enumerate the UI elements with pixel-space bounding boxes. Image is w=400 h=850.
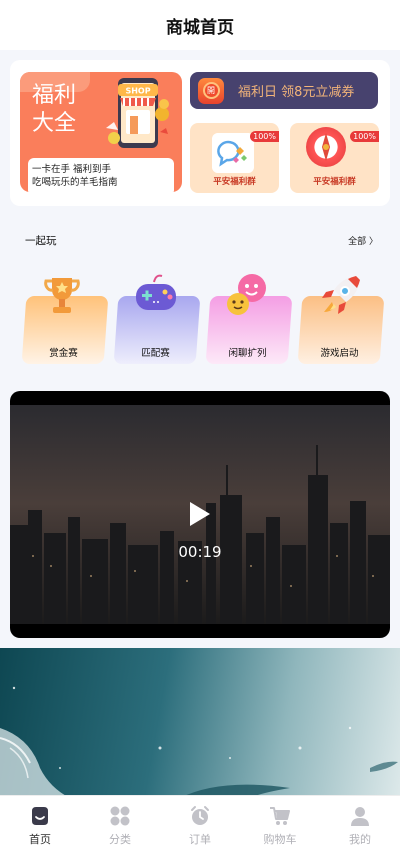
chat-bubble-icon: [212, 133, 254, 173]
view-all-link[interactable]: 全部 〉: [348, 234, 378, 247]
coupon-text: 福利日 领8元立减券: [238, 85, 355, 100]
category-icon: [110, 806, 130, 826]
game-label: 闲聊扩列: [228, 348, 267, 359]
cart-icon: [270, 807, 290, 825]
compass-needle-icon: [322, 133, 330, 161]
tab-profile[interactable]: 我的: [320, 796, 400, 850]
coupon-banner[interactable]: 開 福利日 领8元立减券: [190, 72, 378, 109]
game-label: 匹配赛: [141, 348, 170, 359]
play-icon[interactable]: [190, 502, 210, 526]
user-icon: [351, 807, 369, 826]
tab-label: 购物车: [263, 833, 297, 846]
bottom-tab-bar: 首页 分类 订单 购物车 我的: [0, 795, 400, 850]
game-label: 游戏启动: [320, 348, 359, 359]
tab-cart[interactable]: 购物车: [240, 796, 320, 850]
promo-card: 福利 大全 SHOP 一卡在手 福利到手 吃喝玩乐的羊毛指南 開 福利日 领8元: [10, 60, 390, 206]
game-label: 赏金赛: [49, 348, 78, 359]
video-frame: 00:19: [10, 405, 390, 624]
welfare-desc-line2: 吃喝玩乐的羊毛指南: [32, 177, 118, 188]
order-clock-icon: [191, 806, 209, 825]
home-icon: [32, 807, 48, 825]
coupon-seal-icon: 開: [198, 77, 224, 104]
group-label: 平安福利群: [213, 177, 256, 187]
section-header: 一起玩 全部 〉: [0, 230, 400, 250]
welfare-title-line2: 大全: [32, 111, 77, 136]
group-badge: 100%: [350, 131, 379, 142]
group-label: 平安福利群: [313, 177, 356, 187]
nav-bar: 商城首页: [0, 0, 400, 50]
water-splash-art: [0, 686, 398, 798]
gamepad-icon: [136, 274, 176, 310]
trophy-icon: [44, 278, 80, 313]
tab-category[interactable]: 分类: [80, 796, 160, 850]
welfare-desc-line1: 一卡在手 福利到手: [32, 164, 112, 175]
welfare-description: 一卡在手 福利到手 吃喝玩乐的羊毛指南: [28, 158, 174, 192]
tab-label: 首页: [29, 833, 51, 846]
tab-home[interactable]: 首页: [0, 796, 80, 850]
tab-label: 我的: [349, 833, 371, 846]
video-time: 00:19: [178, 543, 222, 561]
group-card-chat[interactable]: 100% 平安福利群: [190, 123, 279, 193]
welfare-title: 福利 大全: [32, 82, 92, 138]
tab-orders[interactable]: 订单: [160, 796, 240, 850]
page-title: 商城首页: [166, 17, 234, 38]
coupon-seal-char: 開: [202, 82, 220, 99]
section-title: 一起玩: [25, 235, 57, 247]
tab-label: 分类: [109, 833, 131, 846]
tab-label: 订单: [189, 833, 211, 846]
shop-phone-icon: SHOP: [106, 78, 169, 148]
water-splash-image: [0, 648, 400, 798]
welfare-title-line1: 福利: [32, 83, 77, 108]
welfare-banner[interactable]: 福利 大全 SHOP 一卡在手 福利到手 吃喝玩乐的羊毛指南: [20, 72, 182, 192]
shop-sign: SHOP: [125, 87, 150, 96]
group-badge: 100%: [250, 131, 279, 142]
group-card-compass[interactable]: 100% 平安福利群: [290, 123, 379, 193]
rocket-icon: [322, 276, 360, 314]
chat-faces-icon: [227, 274, 266, 315]
video-player[interactable]: 00:19: [10, 391, 390, 638]
